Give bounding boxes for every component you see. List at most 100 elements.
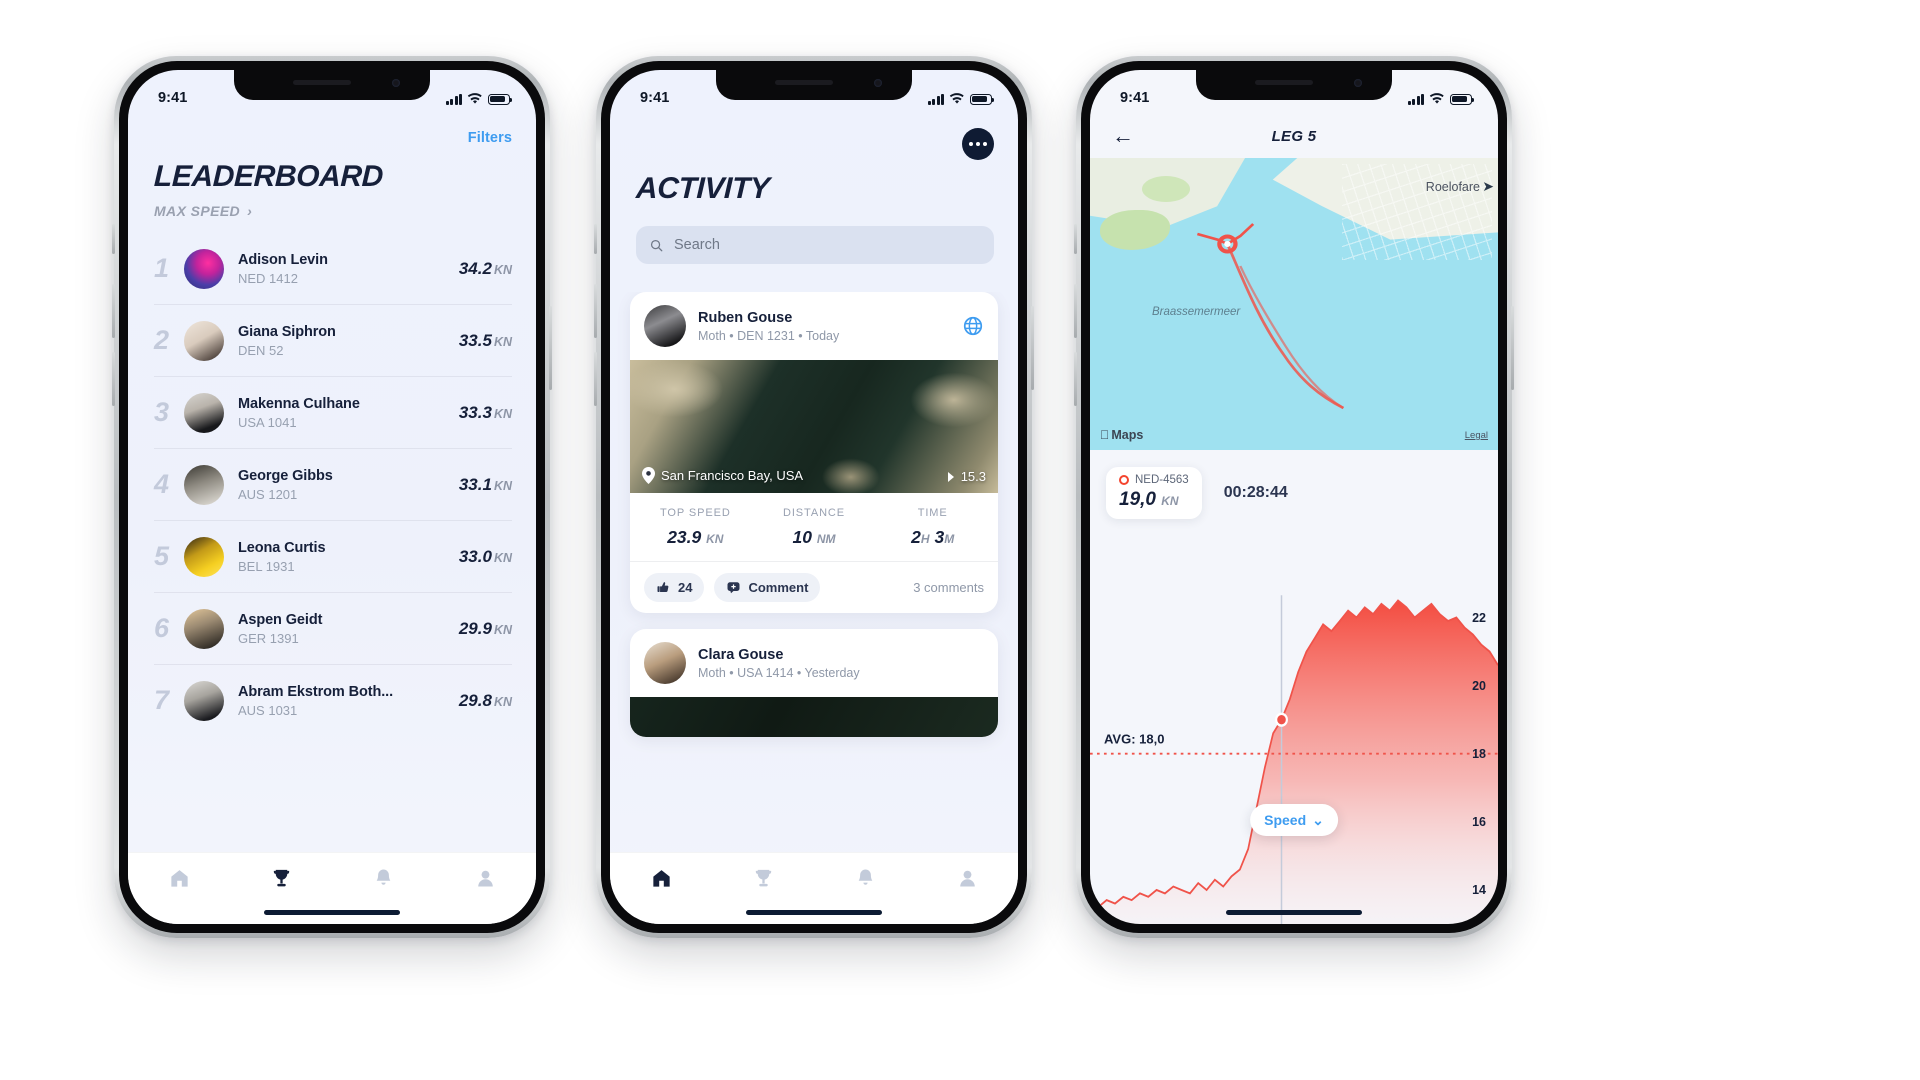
sailor-name: George Gibbs — [238, 467, 333, 484]
battery-icon — [1450, 93, 1475, 105]
table-row[interactable]: 5 Leona Curtis BEL 1931 33.0 KN — [154, 521, 512, 592]
cellular-icon — [445, 93, 462, 105]
speed-value: 29.9 KN — [458, 618, 512, 638]
search-input[interactable]: Search — [636, 226, 994, 264]
activity-stats: TOP SPEED 23.9 KN DISTANCE 10 NM TIME 2H… — [630, 493, 998, 561]
stat-top-speed: TOP SPEED 23.9 KN — [660, 507, 731, 547]
post-meta: Moth • USA 1414 • Yesterday — [698, 665, 860, 680]
leaderboard-header: Filters LEADERBOARD MAX SPEED › — [128, 114, 536, 219]
activity-header: ACTIVITY Search — [610, 114, 1018, 264]
sail-number: AUS 1031 — [238, 702, 298, 718]
map-speed: 15.3 — [947, 469, 986, 484]
post-author: Clara Gouse — [698, 646, 784, 663]
like-button[interactable]: 24 — [644, 573, 705, 602]
speed-chart[interactable]: 22 20 18 16 14 AVG: 18,0 Speed ⌄ — [1090, 522, 1498, 924]
avatar — [184, 392, 224, 433]
home-icon — [652, 869, 670, 887]
cellular-icon — [1407, 93, 1424, 105]
comments-count[interactable]: 3 comments — [913, 580, 984, 595]
map-location: San Francisco Bay, USA — [642, 467, 803, 484]
avatar — [644, 305, 686, 347]
activity-map-preview[interactable] — [630, 697, 998, 737]
map-speed-value: 15.3 — [960, 469, 986, 484]
search-icon — [650, 239, 663, 251]
table-row[interactable]: 2 Giana Siphron DEN 52 33.5 KN — [154, 305, 512, 376]
leaderboard-list[interactable]: 1 Adison Levin NED 1412 34.2 KN 2 Giana … — [128, 233, 536, 852]
notch — [234, 70, 430, 100]
speed-arrow-icon — [947, 471, 954, 482]
y-tick: 14 — [1472, 882, 1486, 897]
sort-selector[interactable]: MAX SPEED › — [154, 203, 512, 219]
filters-button[interactable]: Filters — [154, 130, 512, 146]
speed-chart-svg — [1090, 595, 1498, 924]
sail-number: GER 1391 — [238, 630, 299, 646]
table-row[interactable]: 3 Makenna Culhane USA 1041 33.3 KN — [154, 377, 512, 448]
activity-feed[interactable]: Ruben Gouse Moth • DEN 1231 • Today San … — [610, 292, 1018, 852]
home-indicator — [1226, 910, 1362, 915]
boat-summary-bar: NED-4563 19,0 KN 00:28:44 — [1090, 462, 1498, 524]
speed-value: 33.3 KN — [458, 402, 512, 422]
sail-number: USA 1041 — [238, 414, 297, 430]
tab-leaderboard[interactable] — [750, 865, 776, 891]
speed-value: 34.2 KN — [458, 258, 512, 278]
tab-notifications[interactable] — [370, 865, 396, 891]
card-header: Ruben Gouse Moth • DEN 1231 • Today — [630, 292, 998, 360]
y-tick: 22 — [1472, 610, 1486, 625]
home-indicator — [264, 910, 400, 915]
speed-value: 33.5 KN — [458, 330, 512, 350]
phone-leg-detail: 9:41 ← LEG 5 Roelofare Braassemermeer ➤ … — [1074, 56, 1514, 938]
wifi-icon — [1429, 92, 1444, 104]
activity-map-preview[interactable]: San Francisco Bay, USA 15.3 — [630, 360, 998, 493]
sail-number: NED 1412 — [238, 270, 298, 286]
boat-marker-icon — [1119, 475, 1129, 485]
table-row[interactable]: 4 George Gibbs AUS 1201 33.1 KN — [154, 449, 512, 520]
sailor-name: Makenna Culhane — [238, 395, 360, 412]
profile-icon — [959, 870, 975, 887]
activity-card[interactable]: Ruben Gouse Moth • DEN 1231 • Today San … — [630, 292, 998, 613]
map-legal-link[interactable]: Legal — [1465, 430, 1488, 441]
battery-icon — [488, 93, 513, 105]
sail-number: BEL 1931 — [238, 558, 295, 574]
comment-icon — [727, 582, 740, 594]
tab-home[interactable] — [648, 865, 674, 891]
tab-profile[interactable] — [472, 865, 498, 891]
boat-sail-number: NED-4563 — [1135, 474, 1189, 486]
tab-profile[interactable] — [954, 865, 980, 891]
notch — [716, 70, 912, 100]
avatar — [184, 320, 224, 361]
card-social-bar[interactable]: 24 Comment 3 comments — [630, 561, 998, 613]
profile-icon — [477, 870, 493, 887]
avatar — [184, 248, 224, 289]
y-tick: 16 — [1472, 814, 1486, 829]
y-tick: 20 — [1472, 678, 1486, 693]
wifi-icon — [949, 92, 964, 104]
activity-card[interactable]: Clara Gouse Moth • USA 1414 • Yesterday — [630, 629, 998, 737]
rank: 4 — [154, 469, 169, 499]
rank: 5 — [154, 541, 169, 571]
sailor-name: Abram Ekstrom Both... — [238, 683, 394, 700]
avatar — [644, 642, 686, 684]
boat-chip[interactable]: NED-4563 19,0 KN — [1106, 467, 1202, 519]
rank: 6 — [154, 613, 169, 643]
route-track — [1196, 223, 1345, 410]
trophy-icon — [273, 869, 289, 886]
more-options-button[interactable] — [962, 128, 994, 160]
north-arrow-icon: ➤ — [1482, 178, 1494, 194]
tab-home[interactable] — [166, 865, 192, 891]
phone-activity: 9:41 ACTIVITY Search Ruben Gouse Moth • … — [594, 56, 1034, 938]
route-map[interactable]: Roelofare Braassemermeer ➤  Maps Legal — [1090, 158, 1498, 450]
globe-icon[interactable] — [962, 315, 984, 337]
chevron-down-icon: ⌄ — [1312, 811, 1324, 828]
comment-button[interactable]: Comment — [714, 573, 821, 602]
rank: 7 — [154, 685, 169, 715]
table-row[interactable]: 7 Abram Ekstrom Both... AUS 1031 29.8 KN — [154, 665, 512, 736]
thumbs-up-icon — [657, 582, 669, 592]
tab-notifications[interactable] — [852, 865, 878, 891]
elapsed-time: 00:28:44 — [1223, 484, 1288, 501]
table-row[interactable]: 1 Adison Levin NED 1412 34.2 KN — [154, 233, 512, 304]
post-meta: Moth • DEN 1231 • Today — [698, 328, 840, 343]
metric-selector[interactable]: Speed ⌄ — [1250, 804, 1338, 836]
map-place-label: Roelofare — [1425, 180, 1480, 194]
table-row[interactable]: 6 Aspen Geidt GER 1391 29.9 KN — [154, 593, 512, 664]
tab-leaderboard[interactable] — [268, 865, 294, 891]
